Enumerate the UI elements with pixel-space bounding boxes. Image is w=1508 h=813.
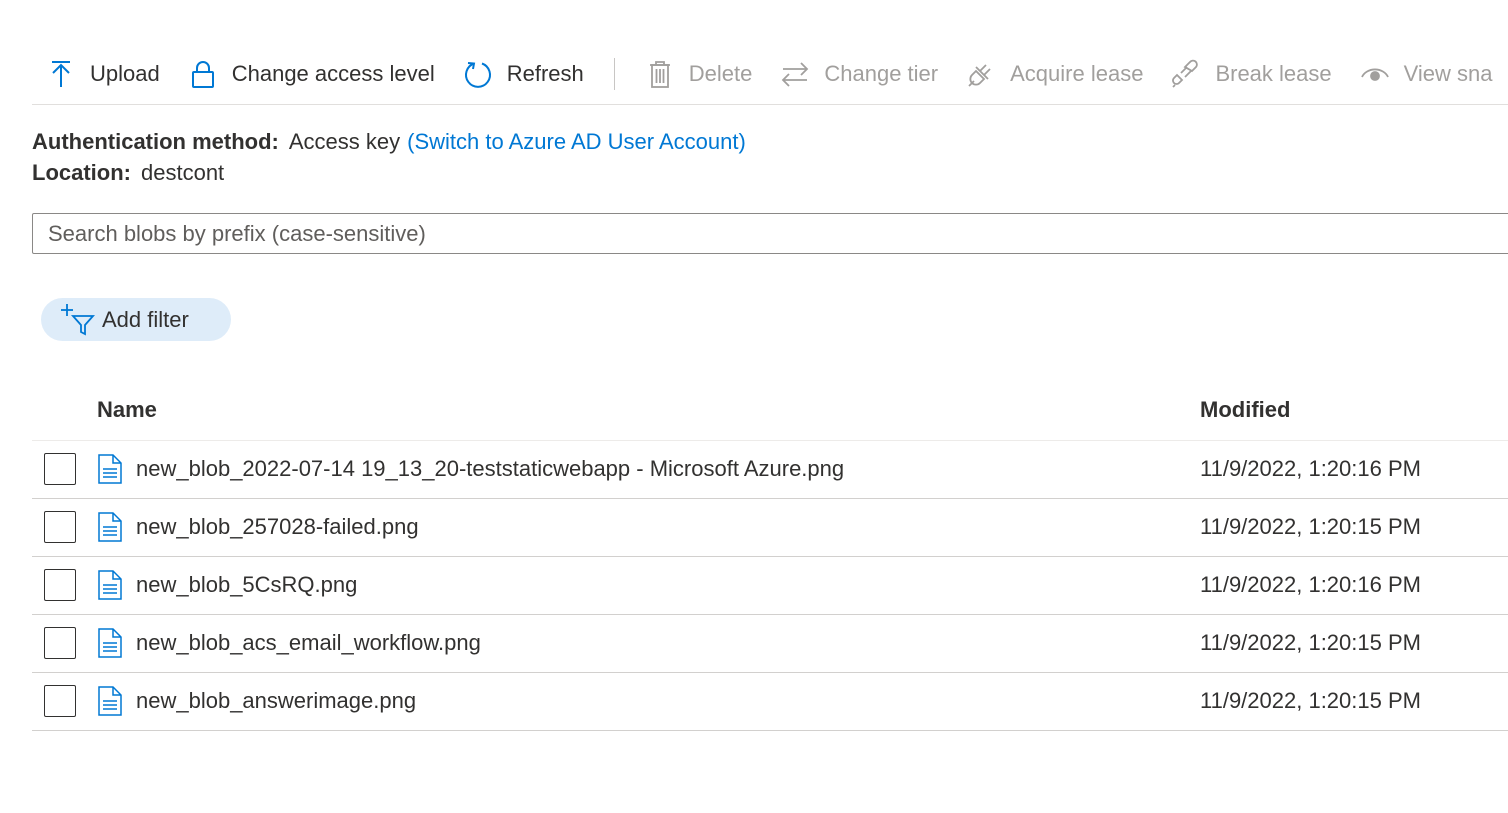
blob-list-header: Name Modified: [32, 382, 1508, 441]
acquire-lease-label: Acquire lease: [1010, 61, 1144, 86]
delete-button[interactable]: Delete: [645, 54, 753, 94]
row-checkbox[interactable]: [44, 627, 76, 659]
row-checkbox[interactable]: [44, 511, 76, 543]
blob-modified: 11/9/2022, 1:20:16 PM: [1200, 572, 1421, 597]
table-row[interactable]: new_blob_257028-failed.png 11/9/2022, 1:…: [32, 499, 1508, 557]
refresh-button[interactable]: Refresh: [463, 54, 584, 94]
column-header-name[interactable]: Name: [97, 397, 157, 423]
blob-name[interactable]: new_blob_acs_email_workflow.png: [136, 630, 481, 656]
upload-button[interactable]: Upload: [46, 54, 160, 94]
view-snapshots-label: View sna: [1403, 61, 1493, 86]
change-tier-button[interactable]: Change tier: [780, 54, 938, 94]
change-access-level-button[interactable]: Change access level: [188, 54, 435, 94]
lock-icon: [188, 59, 218, 89]
blob-name[interactable]: new_blob_5CsRQ.png: [136, 572, 357, 598]
location-value: destcont: [141, 160, 225, 185]
location-line: Location: destcont: [32, 157, 746, 188]
upload-icon: [46, 59, 76, 89]
blob-name[interactable]: new_blob_2022-07-14 19_13_20-teststaticw…: [136, 456, 844, 482]
break-lease-button[interactable]: Break lease: [1171, 54, 1332, 94]
toolbar-separator: [613, 58, 615, 90]
row-checkbox[interactable]: [44, 453, 76, 485]
break-lease-label: Break lease: [1215, 61, 1332, 86]
switch-auth-link[interactable]: (Switch to Azure AD User Account): [407, 129, 746, 154]
add-filter-label: Add filter: [102, 306, 189, 332]
file-icon: [98, 454, 122, 484]
command-bar: Upload Change access level Refresh Delet…: [32, 44, 1508, 105]
search-input[interactable]: [33, 214, 1508, 253]
file-icon: [98, 512, 122, 542]
auth-method-line: Authentication method: Access key (Switch …: [32, 126, 746, 157]
change-access-level-label: Change access level: [231, 61, 435, 86]
column-header-modified[interactable]: Modified: [1200, 397, 1290, 423]
storage-container-blade: Upload Change access level Refresh Delet…: [0, 0, 1508, 813]
upload-label: Upload: [90, 61, 160, 86]
broken-link-icon: [1171, 59, 1201, 89]
blob-modified: 11/9/2022, 1:20:15 PM: [1200, 630, 1421, 655]
change-tier-label: Change tier: [824, 61, 939, 86]
search-box: [32, 213, 1508, 254]
add-filter-icon: [59, 302, 95, 338]
plug-icon: [966, 59, 996, 89]
row-checkbox[interactable]: [44, 569, 76, 601]
view-snapshots-button[interactable]: View sna: [1360, 54, 1493, 94]
blob-name[interactable]: new_blob_answerimage.png: [136, 688, 416, 714]
delete-label: Delete: [688, 61, 753, 86]
blob-name[interactable]: new_blob_257028-failed.png: [136, 514, 419, 540]
table-row[interactable]: new_blob_2022-07-14 19_13_20-teststaticw…: [32, 441, 1508, 499]
trash-icon: [645, 59, 675, 89]
table-row[interactable]: new_blob_answerimage.png 11/9/2022, 1:20…: [32, 673, 1508, 731]
eye-icon: [1360, 59, 1390, 89]
blob-modified: 11/9/2022, 1:20:16 PM: [1200, 456, 1421, 481]
file-icon: [98, 686, 122, 716]
blob-list: Name Modified new_blob_2022-07-14 19_13_…: [32, 382, 1508, 731]
auth-method-label: Authentication method:: [32, 129, 279, 154]
auth-method-value: Access key: [288, 129, 401, 154]
refresh-icon: [463, 59, 493, 89]
table-row[interactable]: new_blob_5CsRQ.png 11/9/2022, 1:20:16 PM: [32, 557, 1508, 615]
blob-modified: 11/9/2022, 1:20:15 PM: [1200, 514, 1421, 539]
location-label: Location:: [32, 160, 131, 185]
row-checkbox[interactable]: [44, 685, 76, 717]
add-filter-button[interactable]: Add filter: [41, 298, 231, 341]
file-icon: [98, 628, 122, 658]
swap-arrows-icon: [780, 59, 810, 89]
container-info: Authentication method: Access key (Switch …: [32, 126, 746, 188]
table-row[interactable]: new_blob_acs_email_workflow.png 11/9/202…: [32, 615, 1508, 673]
refresh-label: Refresh: [506, 61, 584, 86]
acquire-lease-button[interactable]: Acquire lease: [966, 54, 1143, 94]
blob-modified: 11/9/2022, 1:20:15 PM: [1200, 688, 1421, 713]
file-icon: [98, 570, 122, 600]
